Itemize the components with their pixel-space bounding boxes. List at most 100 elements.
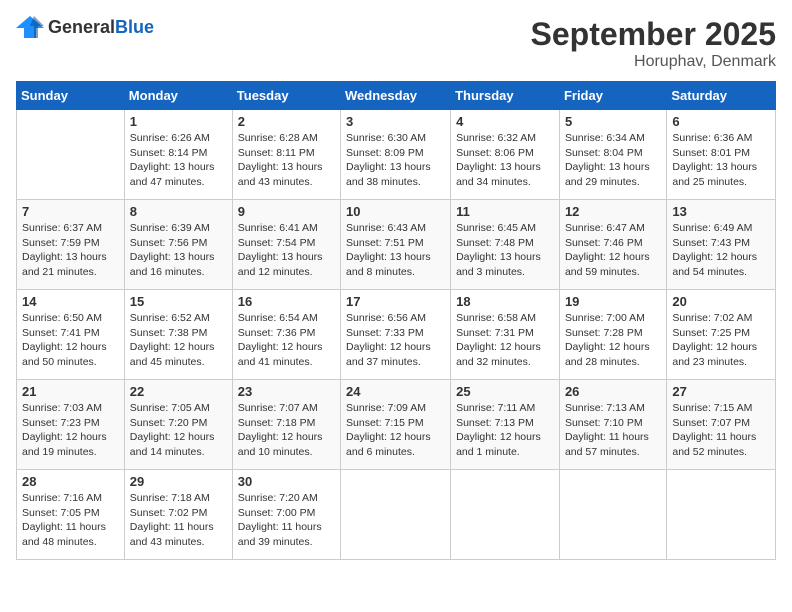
day-info: Sunrise: 6:41 AM Sunset: 7:54 PM Dayligh… xyxy=(238,221,335,280)
day-number: 22 xyxy=(130,384,227,399)
day-info: Sunrise: 7:00 AM Sunset: 7:28 PM Dayligh… xyxy=(565,311,661,370)
calendar-cell: 22 Sunrise: 7:05 AM Sunset: 7:20 PM Dayli… xyxy=(124,380,232,470)
day-number: 27 xyxy=(672,384,770,399)
day-info: Sunrise: 7:07 AM Sunset: 7:18 PM Dayligh… xyxy=(238,401,335,460)
day-info: Sunrise: 6:47 AM Sunset: 7:46 PM Dayligh… xyxy=(565,221,661,280)
calendar-cell: 7Sunrise: 6:37 AM Sunset: 7:59 PM Daylig… xyxy=(17,200,125,290)
calendar-cell: 1 Sunrise: 6:26 AM Sunset: 8:14 PM Daylig… xyxy=(124,110,232,200)
calendar-cell: 29 Sunrise: 7:18 AM Sunset: 7:02 PM Dayli… xyxy=(124,470,232,560)
calendar-header-row: SundayMondayTuesdayWednesdayThursdayFrid… xyxy=(17,82,776,110)
calendar-cell: 30Sunrise: 7:20 AM Sunset: 7:00 PM Dayli… xyxy=(232,470,340,560)
calendar-cell: 17 Sunrise: 6:56 AM Sunset: 7:33 PM Dayli… xyxy=(341,290,451,380)
col-header-thursday: Thursday xyxy=(451,82,560,110)
day-number: 1 xyxy=(130,114,227,129)
day-info: Sunrise: 6:52 AM Sunset: 7:38 PM Dayligh… xyxy=(130,311,227,370)
calendar-cell: 8Sunrise: 6:39 AM Sunset: 7:56 PM Daylig… xyxy=(124,200,232,290)
day-number: 15 xyxy=(130,294,227,309)
day-info: Sunrise: 7:15 AM Sunset: 7:07 PM Dayligh… xyxy=(672,401,770,460)
calendar-cell: 2Sunrise: 6:28 AM Sunset: 8:11 PM Daylig… xyxy=(232,110,340,200)
col-header-friday: Friday xyxy=(559,82,666,110)
day-info: Sunrise: 6:45 AM Sunset: 7:48 PM Dayligh… xyxy=(456,221,554,280)
calendar-cell xyxy=(667,470,776,560)
day-number: 13 xyxy=(672,204,770,219)
day-info: Sunrise: 6:30 AM Sunset: 8:09 PM Dayligh… xyxy=(346,131,445,190)
calendar-week-1: 1 Sunrise: 6:26 AM Sunset: 8:14 PM Daylig… xyxy=(17,110,776,200)
calendar-cell: 26 Sunrise: 7:13 AM Sunset: 7:10 PM Dayli… xyxy=(559,380,666,470)
day-info: Sunrise: 6:34 AM Sunset: 8:04 PM Dayligh… xyxy=(565,131,661,190)
calendar-cell: 11 Sunrise: 6:45 AM Sunset: 7:48 PM Dayli… xyxy=(451,200,560,290)
day-number: 2 xyxy=(238,114,335,129)
col-header-saturday: Saturday xyxy=(667,82,776,110)
calendar-cell: 21 Sunrise: 7:03 AM Sunset: 7:23 PM Dayli… xyxy=(17,380,125,470)
calendar-cell xyxy=(341,470,451,560)
calendar-subtitle: Horuphav, Denmark xyxy=(531,53,776,71)
calendar-cell: 4 Sunrise: 6:32 AM Sunset: 8:06 PM Daylig… xyxy=(451,110,560,200)
day-number: 26 xyxy=(565,384,661,399)
calendar-cell: 18Sunrise: 6:58 AM Sunset: 7:31 PM Dayli… xyxy=(451,290,560,380)
calendar-week-4: 21 Sunrise: 7:03 AM Sunset: 7:23 PM Dayli… xyxy=(17,380,776,470)
calendar-cell: 25Sunrise: 7:11 AM Sunset: 7:13 PM Dayli… xyxy=(451,380,560,470)
day-info: Sunrise: 7:03 AM Sunset: 7:23 PM Dayligh… xyxy=(22,401,119,460)
day-number: 11 xyxy=(456,204,554,219)
day-number: 9 xyxy=(238,204,335,219)
day-number: 5 xyxy=(565,114,661,129)
day-number: 10 xyxy=(346,204,445,219)
calendar-cell: 5 Sunrise: 6:34 AM Sunset: 8:04 PM Daylig… xyxy=(559,110,666,200)
day-number: 3 xyxy=(346,114,445,129)
logo-icon xyxy=(16,16,44,38)
logo-general: General xyxy=(48,17,115,37)
calendar-cell: 19 Sunrise: 7:00 AM Sunset: 7:28 PM Dayli… xyxy=(559,290,666,380)
day-number: 6 xyxy=(672,114,770,129)
day-number: 28 xyxy=(22,474,119,489)
day-number: 17 xyxy=(346,294,445,309)
logo-blue: Blue xyxy=(115,17,154,37)
day-info: Sunrise: 6:58 AM Sunset: 7:31 PM Dayligh… xyxy=(456,311,554,370)
day-number: 19 xyxy=(565,294,661,309)
logo: GeneralBlue xyxy=(16,16,154,38)
day-number: 21 xyxy=(22,384,119,399)
day-number: 24 xyxy=(346,384,445,399)
calendar-cell: 6 Sunrise: 6:36 AM Sunset: 8:01 PM Daylig… xyxy=(667,110,776,200)
calendar-cell: 10Sunrise: 6:43 AM Sunset: 7:51 PM Dayli… xyxy=(341,200,451,290)
col-header-wednesday: Wednesday xyxy=(341,82,451,110)
col-header-monday: Monday xyxy=(124,82,232,110)
day-info: Sunrise: 7:05 AM Sunset: 7:20 PM Dayligh… xyxy=(130,401,227,460)
day-info: Sunrise: 7:16 AM Sunset: 7:05 PM Dayligh… xyxy=(22,491,119,550)
day-number: 14 xyxy=(22,294,119,309)
day-info: Sunrise: 7:18 AM Sunset: 7:02 PM Dayligh… xyxy=(130,491,227,550)
day-number: 23 xyxy=(238,384,335,399)
calendar-week-3: 14 Sunrise: 6:50 AM Sunset: 7:41 PM Dayli… xyxy=(17,290,776,380)
day-number: 4 xyxy=(456,114,554,129)
title-block: September 2025 Horuphav, Denmark xyxy=(531,16,776,71)
day-info: Sunrise: 6:26 AM Sunset: 8:14 PM Dayligh… xyxy=(130,131,227,190)
calendar-cell: 23 Sunrise: 7:07 AM Sunset: 7:18 PM Dayli… xyxy=(232,380,340,470)
calendar-cell xyxy=(17,110,125,200)
calendar-cell: 14 Sunrise: 6:50 AM Sunset: 7:41 PM Dayli… xyxy=(17,290,125,380)
day-info: Sunrise: 6:56 AM Sunset: 7:33 PM Dayligh… xyxy=(346,311,445,370)
day-info: Sunrise: 6:32 AM Sunset: 8:06 PM Dayligh… xyxy=(456,131,554,190)
calendar-cell: 15 Sunrise: 6:52 AM Sunset: 7:38 PM Dayli… xyxy=(124,290,232,380)
day-number: 8 xyxy=(130,204,227,219)
calendar-title: September 2025 xyxy=(531,16,776,53)
day-info: Sunrise: 6:36 AM Sunset: 8:01 PM Dayligh… xyxy=(672,131,770,190)
day-info: Sunrise: 7:09 AM Sunset: 7:15 PM Dayligh… xyxy=(346,401,445,460)
day-info: Sunrise: 6:54 AM Sunset: 7:36 PM Dayligh… xyxy=(238,311,335,370)
day-number: 25 xyxy=(456,384,554,399)
day-number: 7 xyxy=(22,204,119,219)
calendar-table: SundayMondayTuesdayWednesdayThursdayFrid… xyxy=(16,81,776,560)
calendar-cell: 13 Sunrise: 6:49 AM Sunset: 7:43 PM Dayli… xyxy=(667,200,776,290)
calendar-cell: 24 Sunrise: 7:09 AM Sunset: 7:15 PM Dayli… xyxy=(341,380,451,470)
calendar-cell: 12Sunrise: 6:47 AM Sunset: 7:46 PM Dayli… xyxy=(559,200,666,290)
day-number: 20 xyxy=(672,294,770,309)
day-info: Sunrise: 7:13 AM Sunset: 7:10 PM Dayligh… xyxy=(565,401,661,460)
day-info: Sunrise: 6:49 AM Sunset: 7:43 PM Dayligh… xyxy=(672,221,770,280)
day-number: 16 xyxy=(238,294,335,309)
calendar-cell: 9 Sunrise: 6:41 AM Sunset: 7:54 PM Daylig… xyxy=(232,200,340,290)
day-number: 29 xyxy=(130,474,227,489)
day-info: Sunrise: 6:50 AM Sunset: 7:41 PM Dayligh… xyxy=(22,311,119,370)
day-info: Sunrise: 7:20 AM Sunset: 7:00 PM Dayligh… xyxy=(238,491,335,550)
col-header-sunday: Sunday xyxy=(17,82,125,110)
calendar-cell xyxy=(451,470,560,560)
calendar-cell: 16 Sunrise: 6:54 AM Sunset: 7:36 PM Dayli… xyxy=(232,290,340,380)
calendar-week-5: 28 Sunrise: 7:16 AM Sunset: 7:05 PM Dayli… xyxy=(17,470,776,560)
